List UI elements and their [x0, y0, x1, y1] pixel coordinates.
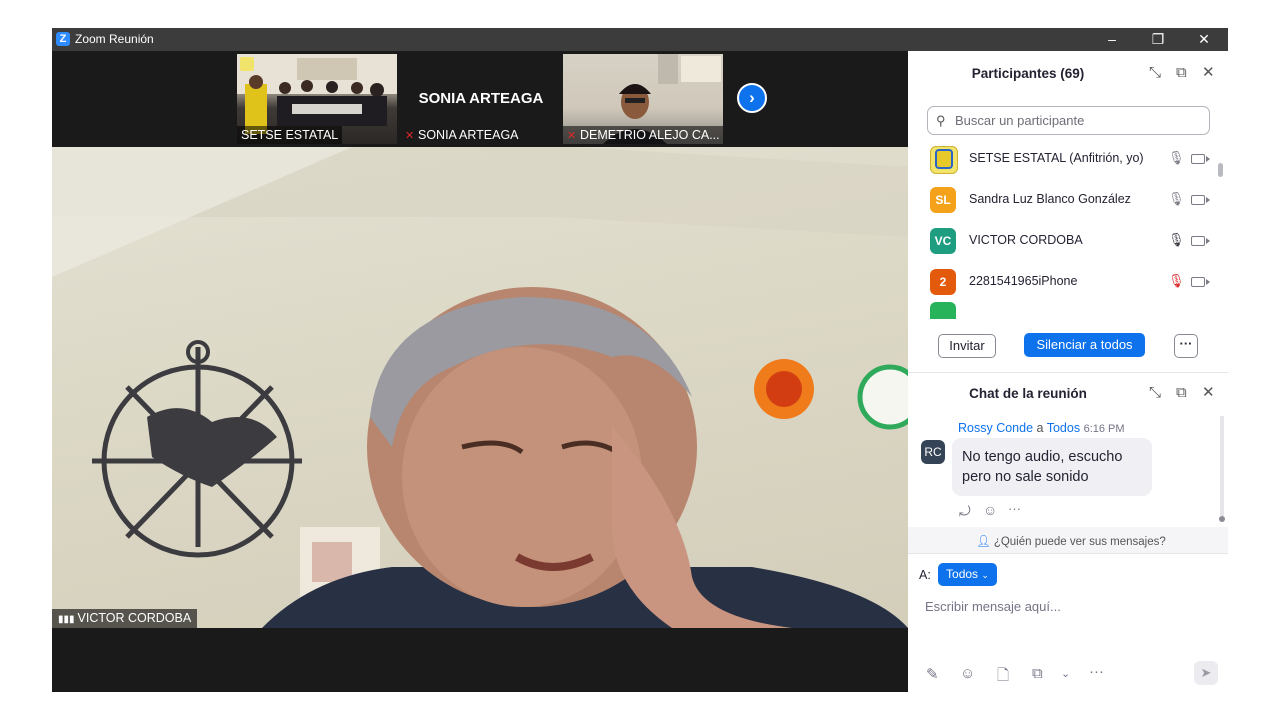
recipient-dropdown[interactable]: Todos ⌄ — [938, 563, 997, 586]
more-tools-icon[interactable]: ··· — [1089, 663, 1104, 680]
chat-scroll-thumb[interactable] — [1219, 516, 1225, 522]
chevron-down-icon[interactable]: ⌄ — [1061, 667, 1070, 680]
restore-button[interactable]: ❐ — [1135, 28, 1181, 51]
zoom-logo-icon: Z — [56, 32, 70, 46]
visibility-note[interactable]: 👤︎ ¿Quién puede ver sus mensajes? — [976, 534, 1166, 548]
speaker-video-image — [52, 147, 908, 628]
signal-bars-icon: ▮▮▮ — [58, 614, 75, 625]
mic-icon[interactable]: 🎙︎ — [1168, 191, 1185, 207]
search-icon: ⚲ — [936, 113, 946, 128]
people-icon: 👤︎ — [976, 536, 991, 548]
close-window-button[interactable]: ✕ — [1181, 28, 1227, 51]
more-options-button[interactable]: ··· — [1174, 334, 1198, 358]
video-tile-sonia[interactable]: SONIA ARTEAGA ✕ SONIA ARTEAGA — [401, 54, 561, 144]
reply-icon[interactable]: ⤾ — [959, 503, 971, 520]
mic-active-icon[interactable]: 🎙︎ — [1168, 232, 1185, 248]
window-title: Zoom Reunión — [75, 32, 154, 46]
visibility-text: ¿Quién puede ver sus mensajes? — [993, 536, 1166, 548]
chevron-down-icon: ⌄ — [981, 570, 989, 580]
thumbnail-strip: SETSE ESTATAL SONIA ARTEAGA ✕ SONIA ARTEA… — [52, 51, 908, 147]
video-off-icon[interactable] — [1191, 236, 1210, 246]
video-off-icon[interactable] — [1191, 195, 1210, 205]
zoom-window: Z Zoom Reunión – ❐ ✕ SETSE ESTATAL SONIA… — [52, 28, 1228, 692]
participant-name: 2281541965iPhone — [969, 274, 1078, 288]
side-panel: Participantes (69) ⤡ ⧉ ✕ ⚲ Buscar un par… — [908, 51, 1228, 692]
collapse-chat-icon[interactable]: ⤡ — [1149, 384, 1161, 401]
compose-divider — [908, 553, 1228, 554]
tile-name: SONIA ARTEAGA — [418, 128, 519, 142]
close-chat-icon[interactable]: ✕ — [1202, 383, 1215, 401]
panel-divider — [908, 372, 1228, 373]
collapse-icon[interactable]: ⤡ — [1149, 64, 1161, 81]
screenshot-icon[interactable]: ⧉ — [1032, 665, 1043, 682]
chat-scrollbar[interactable] — [1220, 416, 1224, 516]
video-off-icon[interactable] — [1191, 277, 1210, 287]
message-bubble: No tengo audio, escucho pero no sale son… — [952, 438, 1152, 496]
message-connector: a — [1036, 421, 1044, 435]
video-tile-demetrio[interactable]: ✕ DEMETRIO ALEJO CA... — [563, 54, 723, 144]
participant-row[interactable]: SL Sandra Luz Blanco González 🎙︎ — [928, 180, 1218, 221]
tile-display-name: SONIA ARTEAGA — [418, 90, 544, 107]
file-icon[interactable]: 🗋︎ — [997, 665, 1009, 690]
avatar-partial — [930, 302, 956, 319]
video-area: SETSE ESTATAL SONIA ARTEAGA ✕ SONIA ARTEA… — [52, 51, 908, 692]
participant-search-input[interactable]: ⚲ Buscar un participante — [927, 106, 1210, 135]
close-panel-icon[interactable]: ✕ — [1202, 63, 1215, 81]
emoji-reaction-icon[interactable]: ☺ — [983, 502, 997, 518]
to-label: A: — [919, 568, 931, 582]
main-speaker-video — [52, 147, 908, 628]
next-page-button[interactable]: › — [737, 83, 767, 113]
participant-row[interactable]: 2 2281541965iPhone 🎙︎ — [928, 262, 1218, 303]
participants-scrollbar[interactable] — [1218, 163, 1223, 177]
sender-avatar: RC — [921, 440, 945, 464]
search-placeholder: Buscar un participante — [955, 113, 1085, 128]
avatar: SL — [930, 187, 956, 213]
video-tile-setse[interactable]: SETSE ESTATAL — [237, 54, 397, 144]
participant-row[interactable]: VC VICTOR CORDOBA 🎙︎ — [928, 221, 1218, 262]
main-speaker-label: ▮▮▮ VICTOR CORDOBA — [52, 609, 198, 628]
message-time: 6:16 PM — [1083, 423, 1125, 435]
tile-name-row: ✕ DEMETRIO ALEJO CA... — [563, 126, 723, 144]
avatar: VC — [930, 228, 956, 254]
send-icon[interactable]: ➤ — [1194, 661, 1218, 685]
message-recipient[interactable]: Todos — [1047, 421, 1080, 435]
popout-chat-icon[interactable]: ⧉ — [1176, 384, 1187, 401]
message-more-icon[interactable]: ··· — [1008, 501, 1021, 516]
tile-name: SETSE ESTATAL — [237, 126, 343, 144]
minimize-button[interactable]: – — [1089, 28, 1135, 51]
popout-icon[interactable]: ⧉ — [1176, 64, 1187, 81]
mic-muted-icon: ✕ — [405, 130, 415, 142]
participant-name: VICTOR CORDOBA — [969, 233, 1083, 247]
participant-row[interactable]: SETSE ESTATAL (Anfitrión, yo) 🎙︎ — [928, 139, 1218, 180]
participant-name: Sandra Luz Blanco González — [969, 192, 1131, 206]
participants-title: Participantes (69) — [971, 66, 1085, 81]
participant-list: SETSE ESTATAL (Anfitrión, yo) 🎙︎ SL Sand… — [908, 139, 1228, 319]
message-input[interactable]: Escribir mensaje aquí... — [925, 599, 1061, 614]
tile-name: DEMETRIO ALEJO CA... — [580, 128, 720, 142]
mute-all-button[interactable]: Silenciar a todos — [1024, 333, 1145, 357]
emoji-icon[interactable]: ☺ — [960, 665, 975, 682]
speaker-name: VICTOR CORDOBA — [77, 611, 192, 625]
invite-button[interactable]: Invitar — [938, 334, 996, 358]
title-bar: Z Zoom Reunión – ❐ ✕ — [52, 28, 1228, 51]
format-icon[interactable]: ✎ — [926, 665, 939, 683]
mic-muted-icon[interactable]: 🎙︎ — [1168, 273, 1185, 289]
message-sender[interactable]: Rossy Conde — [958, 421, 1033, 435]
avatar: 2 — [930, 269, 956, 295]
chevron-right-icon: › — [749, 88, 755, 107]
mic-icon[interactable]: 🎙︎ — [1168, 150, 1185, 166]
participant-name: SETSE ESTATAL (Anfitrión, yo) — [969, 151, 1144, 165]
message-header: Rossy Conde a Todos 6:16 PM — [958, 421, 1125, 435]
recipient-value: Todos — [946, 567, 979, 581]
org-logo-icon — [935, 149, 953, 169]
mic-muted-icon: ✕ — [567, 130, 577, 142]
video-off-icon[interactable] — [1191, 154, 1210, 164]
avatar — [930, 146, 958, 174]
chat-title: Chat de la reunión — [969, 386, 1087, 401]
